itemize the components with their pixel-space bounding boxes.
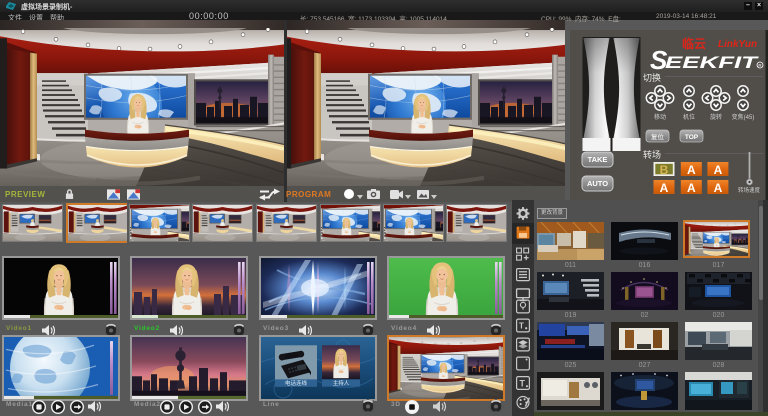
svg-text:EEKFIT: EEKFIT bbox=[665, 53, 759, 72]
svg-text:TAKE: TAKE bbox=[588, 155, 608, 164]
svg-text:A: A bbox=[714, 181, 723, 195]
svg-text:主持人: 主持人 bbox=[333, 379, 350, 387]
svg-text:机位: 机位 bbox=[683, 113, 695, 121]
svg-text:T: T bbox=[520, 379, 526, 389]
svg-text:LinkYun: LinkYun bbox=[718, 39, 757, 50]
svg-text:TOP: TOP bbox=[685, 134, 699, 141]
svg-text:T: T bbox=[519, 322, 524, 331]
svg-text:切换: 切换 bbox=[643, 72, 661, 83]
svg-text:A: A bbox=[687, 181, 696, 195]
svg-text:临云: 临云 bbox=[682, 36, 706, 51]
svg-text:电话连线: 电话连线 bbox=[285, 379, 307, 387]
svg-text:复位: 复位 bbox=[651, 132, 665, 141]
svg-text:A: A bbox=[714, 163, 723, 177]
svg-text:旋转: 旋转 bbox=[710, 113, 722, 121]
svg-text:移动: 移动 bbox=[654, 113, 666, 121]
svg-text:变焦(45): 变焦(45) bbox=[732, 113, 755, 121]
svg-text:B: B bbox=[660, 163, 669, 177]
svg-text:A: A bbox=[687, 163, 696, 177]
svg-text:A: A bbox=[660, 181, 669, 195]
svg-text:AUTO: AUTO bbox=[587, 179, 608, 188]
svg-text:转场速度: 转场速度 bbox=[738, 186, 761, 194]
svg-text:转场: 转场 bbox=[643, 149, 661, 160]
